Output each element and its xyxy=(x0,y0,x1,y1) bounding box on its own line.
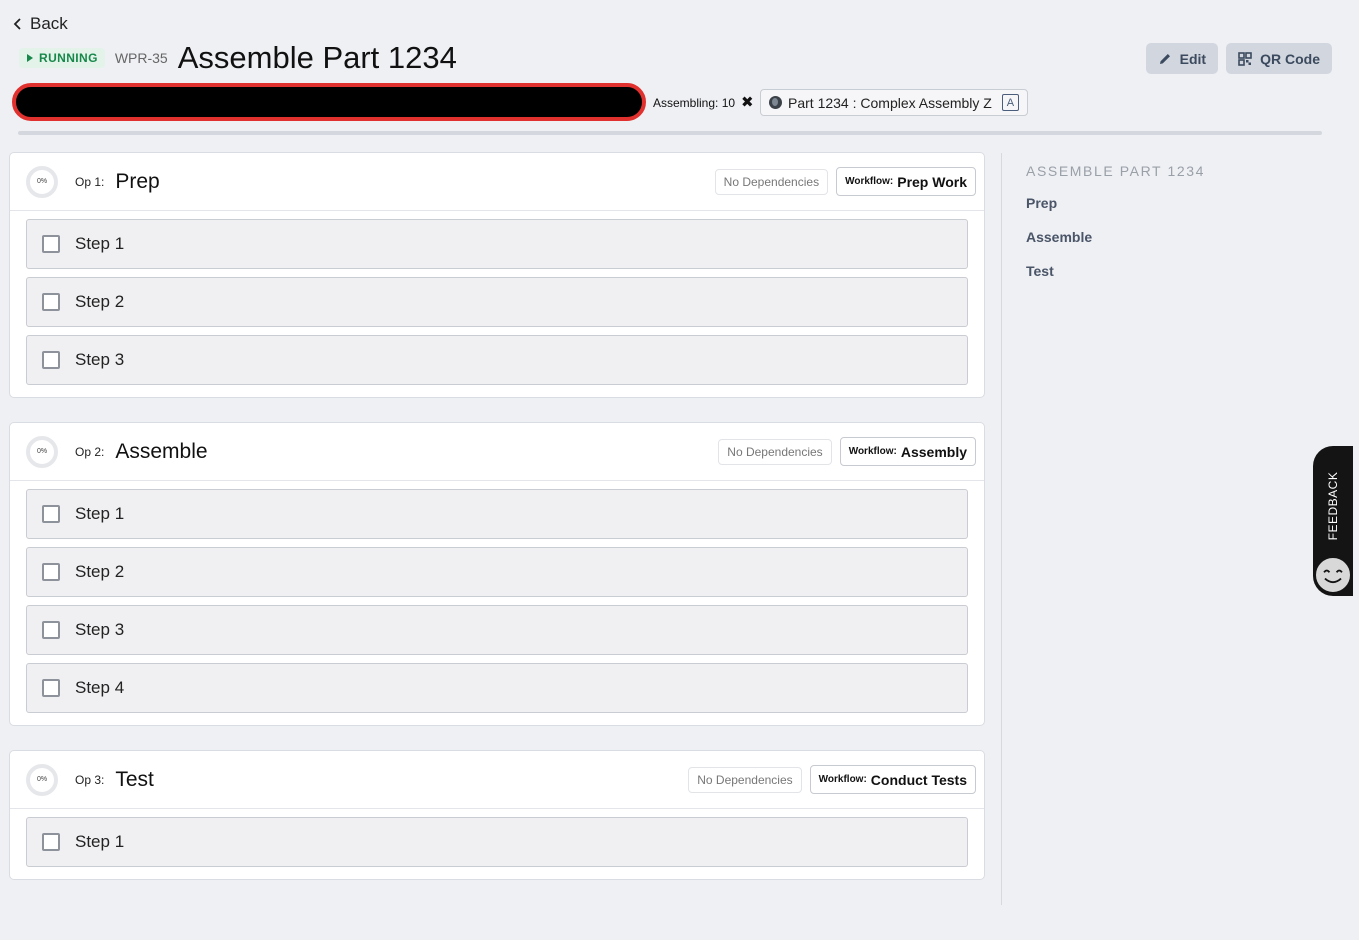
sidebar-divider xyxy=(1001,153,1002,905)
smiley-icon xyxy=(1314,556,1352,594)
toc-title: ASSEMBLE PART 1234 xyxy=(1026,163,1205,179)
step-checkbox[interactable] xyxy=(42,563,60,581)
remove-icon[interactable]: ✖ xyxy=(741,95,754,110)
operation-card-prep: 0% Op 1: Prep No Dependencies Workflow: … xyxy=(9,152,985,398)
toc-item-prep[interactable]: Prep xyxy=(1026,195,1205,211)
progress-ring: 0% xyxy=(26,763,58,796)
op-number: Op 1: xyxy=(75,174,105,189)
step-label: Step 1 xyxy=(75,234,125,253)
step-checkbox[interactable] xyxy=(42,351,60,369)
revision-badge: A xyxy=(1001,94,1019,111)
dependencies-tag: No Dependencies xyxy=(718,438,832,465)
op-name: Assemble xyxy=(115,439,208,463)
progress-ring: 0% xyxy=(26,435,58,468)
pencil-icon xyxy=(1159,53,1170,64)
part-label: Part 1234 : Complex Assembly Z xyxy=(788,94,992,111)
step-label: Step 3 xyxy=(75,620,125,639)
step-item[interactable]: Step 1 xyxy=(26,219,968,269)
progress-percent: 0% xyxy=(36,448,48,455)
toc-item-assemble[interactable]: Assemble xyxy=(1026,229,1205,245)
page-header: RUNNING WPR-35 Assemble Part 1234 xyxy=(19,40,457,76)
step-checkbox[interactable] xyxy=(42,505,60,523)
chevron-left-icon xyxy=(13,18,21,30)
assembling-quantity: Assembling: 10 ✖ xyxy=(653,95,754,110)
redacted-region xyxy=(12,83,646,121)
qr-code-icon xyxy=(1238,51,1252,66)
operation-card-test: 0% Op 3: Test No Dependencies Workflow: … xyxy=(9,750,985,880)
dependencies-tag: No Dependencies xyxy=(688,766,802,793)
qr-code-label: QR Code xyxy=(1260,50,1320,67)
step-checkbox[interactable] xyxy=(42,235,60,253)
op-name: Test xyxy=(115,767,154,791)
op-number: Op 3: xyxy=(75,772,105,787)
part-globe-icon xyxy=(769,96,782,109)
assembling-label: Assembling: 10 xyxy=(653,96,736,110)
page-title: Assemble Part 1234 xyxy=(177,40,457,75)
op-name: Prep xyxy=(115,169,160,193)
step-item[interactable]: Step 2 xyxy=(26,277,968,327)
workflow-key: Workflow: xyxy=(845,176,894,187)
feedback-label: FEEDBACK xyxy=(1326,471,1340,541)
step-item[interactable]: Step 2 xyxy=(26,547,968,597)
workflow-key: Workflow: xyxy=(818,774,867,785)
dependencies-tag: No Dependencies xyxy=(714,168,829,195)
back-link[interactable]: Back xyxy=(12,14,68,34)
progress-ring: 0% xyxy=(26,165,58,198)
step-checkbox[interactable] xyxy=(42,621,60,639)
step-item[interactable]: Step 3 xyxy=(26,605,968,655)
workflow-name: Prep Work xyxy=(897,173,967,190)
progress-percent: 0% xyxy=(36,178,48,185)
step-label: Step 4 xyxy=(75,678,125,697)
play-icon xyxy=(27,54,33,62)
step-label: Step 3 xyxy=(75,350,125,369)
workflow-tag[interactable]: Workflow: Conduct Tests xyxy=(809,765,976,794)
step-label: Step 2 xyxy=(75,562,125,581)
workflow-tag[interactable]: Workflow: Prep Work xyxy=(836,167,976,196)
overall-progress-bar xyxy=(18,131,1322,135)
step-item[interactable]: Step 1 xyxy=(26,489,968,539)
operation-header: 0% Op 2: Assemble No Dependencies Workfl… xyxy=(10,423,984,481)
step-item[interactable]: Step 1 xyxy=(26,817,968,867)
workflow-name: Conduct Tests xyxy=(870,771,967,788)
part-chip[interactable]: Part 1234 : Complex Assembly Z A xyxy=(760,89,1028,116)
step-checkbox[interactable] xyxy=(42,679,60,697)
operation-card-assemble: 0% Op 2: Assemble No Dependencies Workfl… xyxy=(9,422,985,726)
workflow-tag[interactable]: Workflow: Assembly xyxy=(839,437,976,466)
step-item[interactable]: Step 4 xyxy=(26,663,968,713)
table-of-contents: ASSEMBLE PART 1234 Prep Assemble Test xyxy=(1026,163,1205,279)
feedback-tab[interactable]: FEEDBACK xyxy=(1313,446,1353,596)
toc-item-test[interactable]: Test xyxy=(1026,263,1205,279)
operation-header: 0% Op 1: Prep No Dependencies Workflow: … xyxy=(10,153,984,211)
edit-label: Edit xyxy=(1179,50,1207,67)
step-item[interactable]: Step 3 xyxy=(26,335,968,385)
step-checkbox[interactable] xyxy=(42,293,60,311)
step-label: Step 1 xyxy=(75,504,125,523)
workflow-key: Workflow: xyxy=(848,446,897,457)
step-label: Step 2 xyxy=(75,292,125,311)
step-checkbox[interactable] xyxy=(42,833,60,851)
operation-header: 0% Op 3: Test No Dependencies Workflow: … xyxy=(10,751,984,809)
op-number: Op 2: xyxy=(75,444,105,459)
status-badge: RUNNING xyxy=(19,48,105,68)
step-label: Step 1 xyxy=(75,832,125,851)
progress-percent: 0% xyxy=(36,776,48,783)
workflow-name: Assembly xyxy=(900,443,967,460)
status-text: RUNNING xyxy=(39,51,98,65)
top-actions: Edit QR Code xyxy=(1145,43,1332,74)
edit-button[interactable]: Edit xyxy=(1145,43,1219,74)
back-label: Back xyxy=(30,14,68,33)
wpr-id: WPR-35 xyxy=(114,50,168,66)
qr-code-button[interactable]: QR Code xyxy=(1226,43,1332,74)
